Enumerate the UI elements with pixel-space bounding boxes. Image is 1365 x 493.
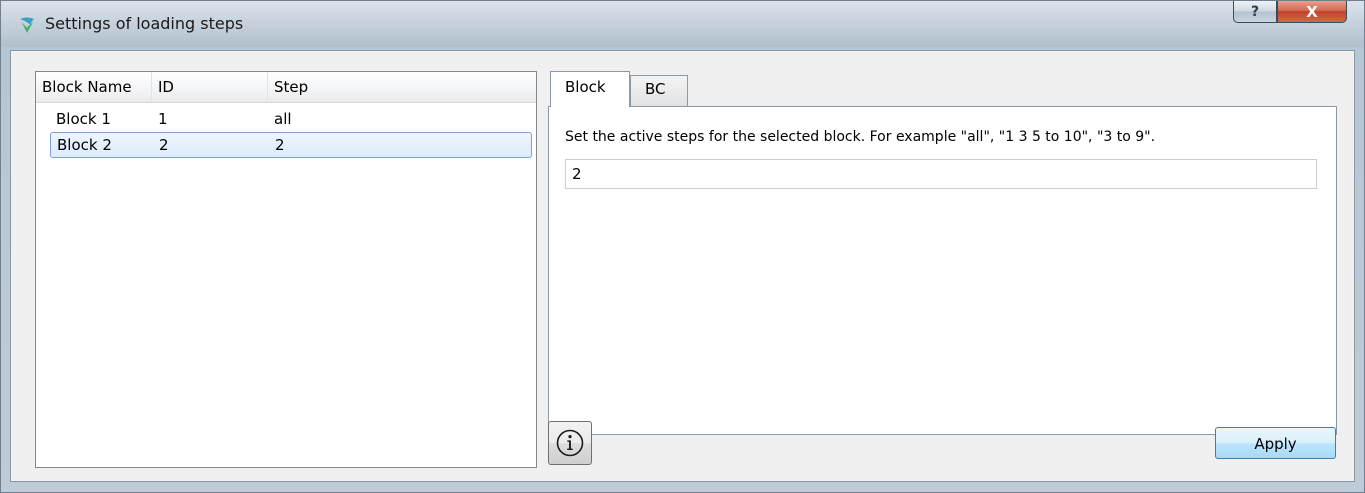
apply-button[interactable]: Apply (1215, 427, 1336, 459)
cell-step: 2 (275, 136, 285, 154)
close-button[interactable]: X (1277, 1, 1347, 23)
cell-id: 1 (158, 110, 168, 128)
tree-header: Block Name ID Step (36, 72, 536, 103)
cell-block-name: Block 2 (57, 136, 112, 154)
active-steps-input[interactable] (565, 159, 1317, 189)
window-title: Settings of loading steps (45, 14, 244, 33)
title-bar[interactable]: Settings of loading steps ? X (1, 1, 1364, 47)
tab-block[interactable]: Block (550, 71, 630, 107)
app-logo-icon (20, 17, 34, 33)
info-circle-icon (556, 429, 584, 457)
cell-block-name: Block 1 (56, 110, 111, 128)
tree-row-block-1[interactable]: Block 1 1 all (50, 107, 532, 133)
close-icon: X (1306, 2, 1318, 21)
block-tree-view[interactable]: Block Name ID Step Block 1 1 all Block 2… (35, 71, 537, 468)
tree-row-block-2[interactable]: Block 2 2 2 (50, 132, 532, 158)
help-button[interactable]: ? (1233, 1, 1277, 23)
column-header-id[interactable]: ID (152, 72, 268, 102)
tab-bc[interactable]: BC (630, 75, 688, 107)
cell-step: all (274, 110, 292, 128)
info-button[interactable] (548, 421, 592, 465)
column-header-step[interactable]: Step (268, 72, 536, 102)
cell-id: 2 (159, 136, 169, 154)
column-header-block-name[interactable]: Block Name (36, 72, 152, 102)
steps-hint-label: Set the active steps for the selected bl… (565, 129, 1156, 145)
block-tab-panel: Set the active steps for the selected bl… (548, 106, 1337, 435)
dialog-client-area: Block Name ID Step Block 1 1 all Block 2… (10, 50, 1355, 482)
help-icon: ? (1250, 3, 1260, 20)
settings-dialog-window: Settings of loading steps ? X Block Name… (0, 0, 1365, 493)
